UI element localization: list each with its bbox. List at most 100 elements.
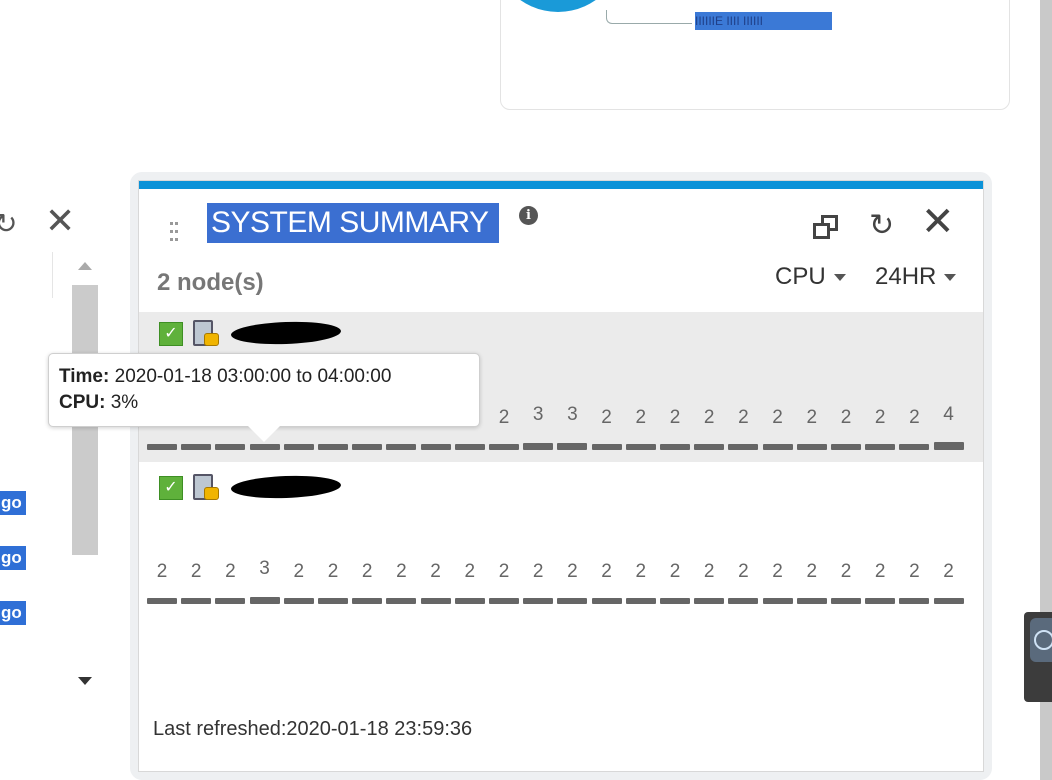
metric-dropdown[interactable]: CPU <box>775 263 846 291</box>
time-range-dropdown-label: 24HR <box>875 263 937 290</box>
tooltip-time-label: Time: <box>59 366 110 387</box>
cpu-bar[interactable] <box>454 598 485 604</box>
cpu-value-label: 2 <box>635 407 647 428</box>
node-checkbox[interactable]: ✓ <box>159 476 183 500</box>
go-link[interactable]: go <box>0 546 26 570</box>
redacted-node-name <box>230 320 342 346</box>
cpu-bar[interactable] <box>625 598 656 604</box>
cpu-bar[interactable] <box>489 598 519 604</box>
panel-title: SYSTEM SUMMARY <box>207 203 499 243</box>
cpu-bar[interactable] <box>489 444 519 450</box>
cpu-bar[interactable] <box>557 443 588 450</box>
cpu-bar[interactable] <box>762 598 793 604</box>
go-link[interactable]: go <box>0 491 26 515</box>
cpu-bar[interactable] <box>694 598 725 604</box>
back-icon[interactable] <box>1030 618 1052 662</box>
cpu-bar[interactable] <box>352 598 383 604</box>
info-icon[interactable]: i <box>519 206 538 225</box>
cpu-bar[interactable] <box>557 598 588 604</box>
cpu-bar[interactable] <box>933 442 964 450</box>
cpu-bar[interactable] <box>318 444 348 450</box>
cpu-bar[interactable] <box>147 444 177 450</box>
cpu-bar[interactable] <box>283 444 314 450</box>
cpu-sparkbars <box>147 594 977 604</box>
cpu-bar[interactable] <box>865 444 896 450</box>
cpu-bar[interactable] <box>591 444 622 450</box>
cpu-value-label: 2 <box>601 407 612 428</box>
cpu-value-label: 2 <box>225 561 236 582</box>
cpu-value-label: 2 <box>327 561 339 582</box>
cpu-bar[interactable] <box>831 444 861 450</box>
cpu-bar[interactable] <box>181 444 212 450</box>
connector-line <box>606 10 692 24</box>
tooltip-cpu-label: CPU: <box>59 392 106 413</box>
cpu-bar[interactable] <box>933 598 964 604</box>
cpu-bar[interactable] <box>796 444 827 450</box>
cpu-bar[interactable] <box>283 598 314 604</box>
time-range-dropdown[interactable]: 24HR <box>875 263 957 291</box>
cpu-value-label: 3 <box>259 558 270 579</box>
refresh-icon[interactable]: ↻ <box>869 211 894 241</box>
cpu-bar[interactable] <box>728 598 759 604</box>
panel-accent-bar <box>139 181 983 189</box>
cpu-bar[interactable] <box>215 598 246 604</box>
cpu-bar[interactable] <box>386 444 417 450</box>
node-count: 2 node(s) <box>157 269 264 296</box>
system-summary-widget: SYSTEM SUMMARY i ↻ ✕ 2 node(s) CPU 24HR … <box>130 172 992 780</box>
tooltip-time-value: 2020-01-18 03:00:00 to 04:00:00 <box>114 366 392 387</box>
cpu-value-label: 3 <box>567 404 578 425</box>
cpu-value-label: 2 <box>190 561 202 582</box>
cpu-value-label: 2 <box>874 407 886 428</box>
cpu-bar[interactable] <box>899 598 930 604</box>
cpu-bar[interactable] <box>420 444 451 450</box>
cpu-value-label: 2 <box>498 561 510 582</box>
cpu-bar[interactable] <box>181 598 212 604</box>
cpu-bar[interactable] <box>591 598 622 604</box>
cpu-bar[interactable] <box>694 444 725 450</box>
cpu-bar[interactable] <box>454 444 485 450</box>
cpu-bar[interactable] <box>386 598 417 604</box>
cpu-value-label: 2 <box>464 561 476 582</box>
close-icon[interactable]: ✕ <box>921 202 955 242</box>
close-icon[interactable]: ✕ <box>45 203 75 239</box>
cpu-bar[interactable] <box>660 598 690 604</box>
node-row: ✓ 2 2 2 3 2 2 2 2 2 2 2 2 2 2 2 2 2 2 2 2 2 2 2 2 <box>139 466 983 616</box>
cpu-values: 2 2 2 3 2 2 2 2 2 2 2 2 2 2 2 2 2 2 2 2 2 2 2 2 <box>147 558 977 582</box>
cpu-bar[interactable] <box>215 444 246 450</box>
cpu-bar[interactable] <box>523 598 554 604</box>
cpu-bar[interactable] <box>762 444 793 450</box>
chevron-down-icon <box>944 274 957 282</box>
refresh-icon[interactable]: ↻ <box>0 207 17 240</box>
scroll-down-icon[interactable] <box>78 677 92 685</box>
cpu-value-label: 2 <box>738 561 749 582</box>
cpu-value-label: 4 <box>943 404 954 425</box>
cpu-bar[interactable] <box>899 444 930 450</box>
cpu-value-label: 2 <box>738 407 749 428</box>
cpu-bar[interactable] <box>796 598 827 604</box>
metric-dropdown-label: CPU <box>775 263 826 290</box>
cpu-value-label: 2 <box>806 407 818 428</box>
node-checkbox[interactable]: ✓ <box>159 322 183 346</box>
cpu-bar[interactable] <box>728 444 759 450</box>
cpu-bar[interactable] <box>420 598 451 604</box>
cpu-bar[interactable] <box>318 598 348 604</box>
cpu-value-label: 2 <box>943 561 954 582</box>
cpu-bar[interactable] <box>249 444 280 450</box>
drag-handle-icon[interactable] <box>170 221 182 243</box>
cpu-value-label: 2 <box>396 561 407 582</box>
cpu-bar[interactable] <box>352 444 383 450</box>
tooltip-pointer <box>248 426 280 442</box>
cpu-bar[interactable] <box>523 443 554 450</box>
cpu-bar[interactable] <box>147 598 177 604</box>
redacted-node-name <box>230 474 342 500</box>
scroll-up-icon[interactable] <box>78 262 92 270</box>
cpu-bar[interactable] <box>249 597 280 604</box>
cpu-bar[interactable] <box>660 444 690 450</box>
go-link[interactable]: go <box>0 601 26 625</box>
restore-window-icon[interactable] <box>813 215 839 241</box>
left-widget <box>0 160 120 775</box>
last-refreshed-text: Last refreshed:2020-01-18 23:59:36 <box>153 718 473 740</box>
cpu-bar[interactable] <box>831 598 861 604</box>
cpu-bar[interactable] <box>865 598 896 604</box>
cpu-bar[interactable] <box>625 444 656 450</box>
